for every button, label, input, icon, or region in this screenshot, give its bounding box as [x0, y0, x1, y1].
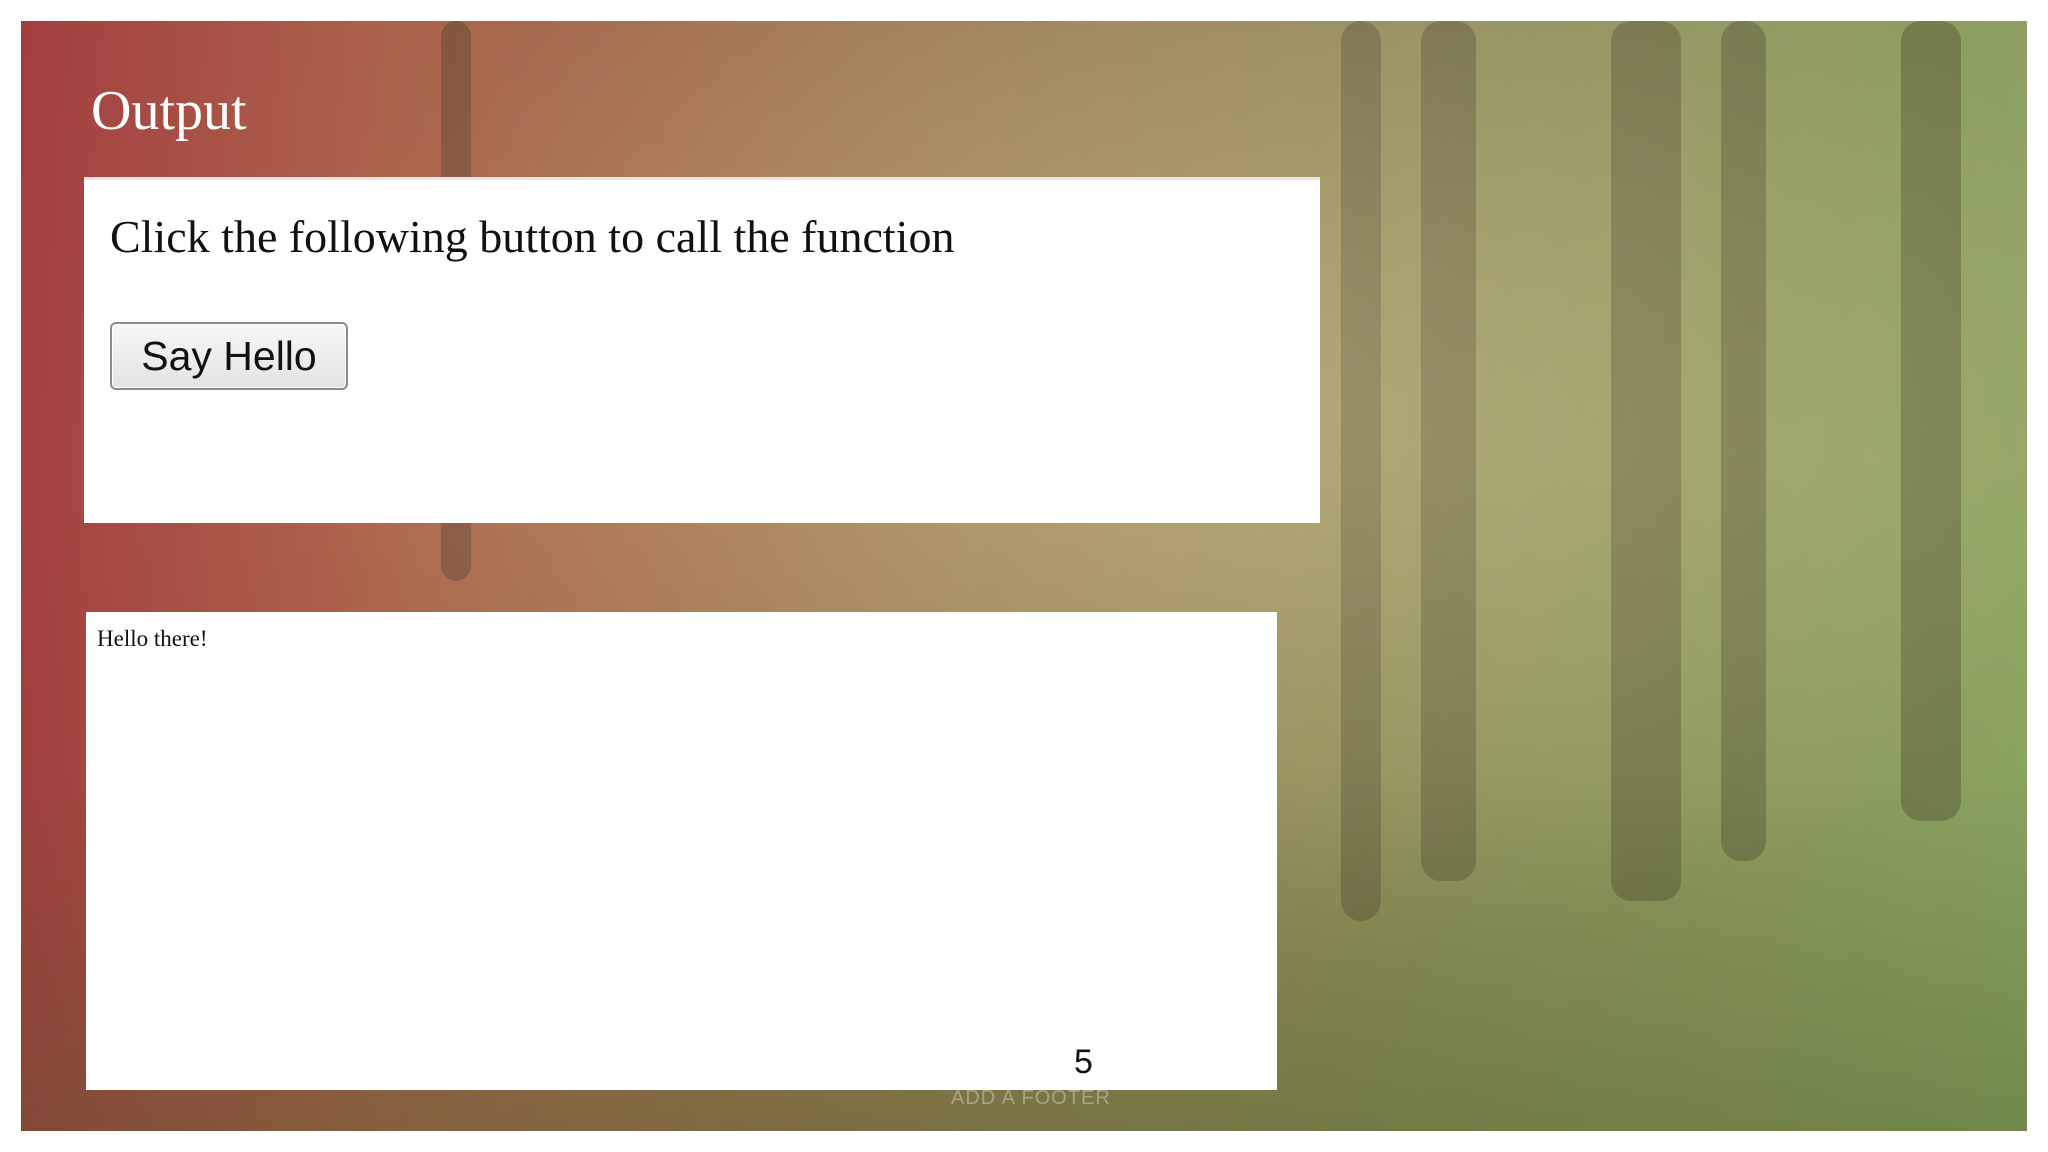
- demo-page-panel: Click the following button to call the f…: [84, 177, 1320, 523]
- slide-background: Output Click the following button to cal…: [21, 21, 2027, 1131]
- slide-title: Output: [91, 80, 247, 142]
- say-hello-button[interactable]: Say Hello: [110, 322, 348, 390]
- slide-footer: ADD A FOOTER: [951, 1087, 1111, 1109]
- instruction-text: Click the following button to call the f…: [110, 211, 955, 262]
- result-message: Hello there!: [97, 626, 208, 651]
- result-panel: Hello there!: [86, 612, 1277, 1090]
- slide-page-number: 5: [1074, 1043, 1093, 1081]
